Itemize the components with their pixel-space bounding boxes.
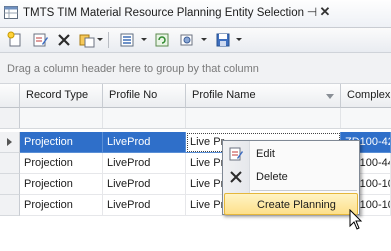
filter-cell-complex[interactable] [341, 108, 391, 128]
cell-profile-no[interactable]: LiveProd [103, 132, 186, 153]
delete-icon[interactable] [55, 31, 73, 49]
cell-text: Projection [24, 157, 73, 169]
column-header-profile-name[interactable]: Profile Name [186, 84, 341, 108]
cell-text: Live Pr [190, 199, 225, 211]
row-header-corner [0, 84, 20, 108]
new-icon[interactable] [6, 31, 24, 49]
column-label: Profile Name [192, 89, 256, 101]
column-label: Record Type [26, 89, 89, 101]
filter-selector-cell [0, 108, 20, 128]
toolbar [0, 28, 391, 53]
pin-icon[interactable]: ⊣ [305, 5, 319, 19]
edit-icon[interactable] [31, 31, 49, 49]
row-selector[interactable] [0, 195, 20, 216]
close-icon [228, 169, 244, 185]
context-menu-label: Delete [256, 171, 288, 183]
cell-text: Live Pr [190, 136, 225, 148]
cell-text: Projection [24, 136, 73, 148]
context-menu-label: Edit [256, 148, 275, 160]
context-menu-label: Create Planning [257, 199, 336, 211]
cell-text: Live Pr [190, 157, 225, 169]
cell-record-type[interactable]: Projection [20, 132, 103, 153]
filter-cell-profile-name[interactable] [186, 108, 341, 128]
context-menu-separator [251, 190, 357, 191]
toolbar-separator [108, 32, 109, 48]
settings-icon[interactable] [178, 31, 196, 49]
cell-profile-no[interactable]: LiveProd [103, 174, 186, 195]
context-menu: Edit Delete Create Planning [222, 140, 360, 215]
column-header-profile-no[interactable]: Profile No [103, 84, 186, 108]
context-menu-create-planning[interactable]: Create Planning [224, 193, 358, 215]
cell-profile-no[interactable]: LiveProd [103, 195, 186, 216]
edit-icon [228, 146, 244, 162]
context-menu-edit[interactable]: Edit [224, 143, 358, 165]
list-icon[interactable] [118, 31, 136, 49]
copy-dropdown[interactable] [97, 38, 103, 41]
mouse-pointer-icon [349, 208, 363, 231]
settings-dropdown[interactable] [201, 38, 207, 41]
current-row-indicator-icon [7, 138, 12, 146]
row-selector[interactable] [0, 174, 20, 195]
window-title: TMTS TIM Material Resource Planning Enti… [23, 7, 305, 19]
row-selector[interactable] [0, 132, 20, 153]
cell-text: Projection [24, 199, 73, 211]
filter-cell-profile-no[interactable] [103, 108, 186, 128]
column-header-complex[interactable]: Complex [341, 84, 391, 108]
cell-text: LiveProd [107, 136, 151, 148]
export-dropdown[interactable] [236, 38, 242, 41]
list-dropdown[interactable] [141, 38, 147, 41]
cell-text: Projection [24, 178, 73, 190]
cell-profile-no[interactable]: LiveProd [103, 153, 186, 174]
cell-record-type[interactable]: Projection [20, 153, 103, 174]
cell-text: LiveProd [107, 199, 151, 211]
copy-icon[interactable] [78, 31, 96, 49]
sort-arrow-icon[interactable] [326, 94, 334, 99]
cell-text: LiveProd [107, 178, 151, 190]
cell-text: Live Pr [190, 178, 225, 190]
context-menu-delete[interactable]: Delete [224, 166, 358, 188]
title-bar: TMTS TIM Material Resource Planning Enti… [0, 0, 391, 28]
export-icon[interactable] [214, 31, 232, 49]
cell-record-type[interactable]: Projection [20, 174, 103, 195]
cell-record-type[interactable]: Projection [20, 195, 103, 216]
column-header-record-type[interactable]: Record Type [20, 84, 103, 108]
cell-text: LiveProd [107, 157, 151, 169]
column-label: Profile No [109, 89, 158, 101]
table-icon [4, 6, 18, 19]
column-label: Complex [347, 89, 391, 101]
filter-row [0, 108, 391, 129]
close-icon[interactable]: ✕ [318, 5, 332, 19]
group-by-panel[interactable]: Drag a column header here to group by th… [0, 53, 391, 84]
row-selector[interactable] [0, 153, 20, 174]
group-by-hint: Drag a column header here to group by th… [7, 63, 259, 75]
refresh-icon[interactable] [153, 31, 171, 49]
filter-cell-record-type[interactable] [20, 108, 103, 128]
